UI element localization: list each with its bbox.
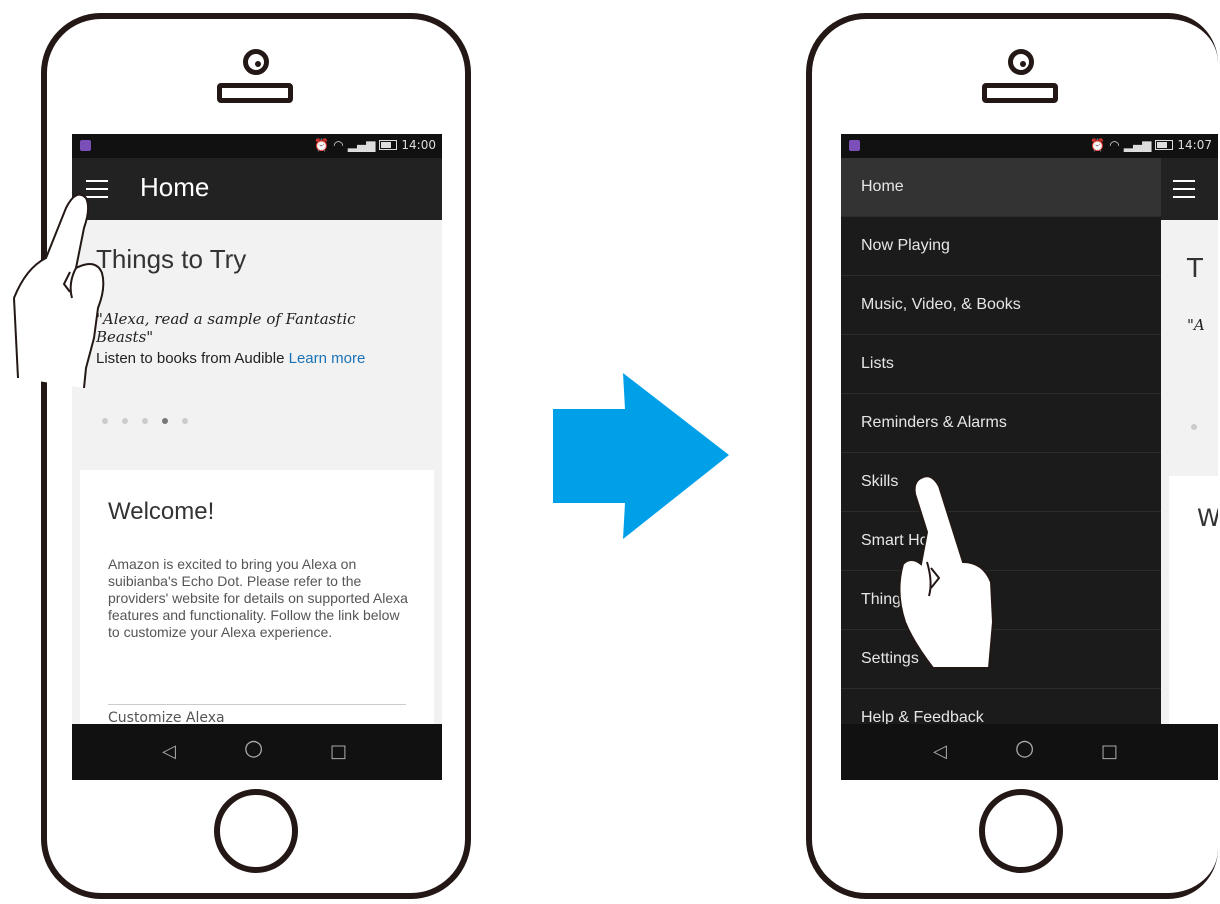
notification-app-icon xyxy=(849,140,860,151)
carousel-dot[interactable] xyxy=(1191,424,1197,430)
welcome-heading: Welcome! xyxy=(108,498,215,525)
recents-icon[interactable]: □ xyxy=(330,742,347,762)
customize-alexa-link[interactable]: Customize Alexa xyxy=(108,710,225,724)
home-content: Things to Try "Alexa, read a sample of F… xyxy=(72,220,442,724)
peek-app-bar xyxy=(1161,158,1218,220)
peek-title-letter: T xyxy=(1187,254,1203,284)
home-nav-icon[interactable]: ○ xyxy=(244,738,263,760)
speaker-grill xyxy=(217,83,293,103)
battery-icon xyxy=(379,140,398,150)
carousel-dot[interactable] xyxy=(142,418,148,424)
home-button[interactable] xyxy=(979,789,1063,873)
back-icon[interactable]: ◁ xyxy=(933,742,947,762)
listen-text: Listen to books from Audible Learn more xyxy=(96,350,416,368)
tap-hand-icon xyxy=(12,193,105,388)
menu-icon[interactable] xyxy=(1173,180,1195,198)
drawer-item-now-playing[interactable]: Now Playing xyxy=(841,217,1161,276)
peek-home-content: T "A W xyxy=(1161,158,1218,724)
wifi-icon: ◠ xyxy=(333,138,344,152)
peek-welcome-letter: W xyxy=(1197,504,1218,532)
sample-quote: "Alexa, read a sample of Fantastic Beast… xyxy=(96,310,356,346)
arrow-right-icon xyxy=(553,373,729,539)
welcome-card: Welcome! Amazon is excited to bring you … xyxy=(80,470,434,724)
signal-icon: ▂▄▆ xyxy=(1123,138,1152,152)
carousel-dot[interactable] xyxy=(182,418,188,424)
battery-icon xyxy=(1155,140,1174,150)
status-time: 14:00 xyxy=(401,138,436,152)
alarm-icon: ⏰ xyxy=(314,138,330,152)
status-bar: ⏰ ◠ ▂▄▆ 14:00 xyxy=(72,134,442,158)
peek-quote-letter: "A xyxy=(1187,316,1205,334)
status-time: 14:07 xyxy=(1177,138,1212,152)
welcome-body: Amazon is excited to bring you Alexa on … xyxy=(108,556,408,640)
right-phone-frame: ⏰ ◠ ▂▄▆ 14:07 Home Now Playing Music, Vi… xyxy=(806,13,1218,899)
status-bar: ⏰ ◠ ▂▄▆ 14:07 xyxy=(841,134,1218,158)
carousel-dot-active[interactable] xyxy=(162,418,168,424)
carousel-dot[interactable] xyxy=(102,418,108,424)
notification-app-icon xyxy=(80,140,91,151)
left-phone-screen: ⏰ ◠ ▂▄▆ 14:00 Home Things to Try "Alexa,… xyxy=(72,134,442,780)
carousel-dots[interactable] xyxy=(102,418,188,424)
learn-more-link[interactable]: Learn more xyxy=(289,350,366,367)
peek-welcome-card: W xyxy=(1169,476,1218,724)
camera-icon xyxy=(1008,49,1034,75)
wifi-icon: ◠ xyxy=(1109,138,1120,152)
arrow-shape xyxy=(553,373,729,539)
drawer-item-home[interactable]: Home xyxy=(841,158,1161,217)
divider xyxy=(108,704,406,705)
recents-icon[interactable]: □ xyxy=(1101,742,1118,762)
alarm-icon: ⏰ xyxy=(1090,138,1106,152)
drawer-item-reminders-alarms[interactable]: Reminders & Alarms xyxy=(841,394,1161,453)
right-phone-screen: ⏰ ◠ ▂▄▆ 14:07 Home Now Playing Music, Vi… xyxy=(841,134,1218,780)
home-nav-icon[interactable]: ○ xyxy=(1015,738,1034,760)
signal-icon: ▂▄▆ xyxy=(347,138,376,152)
drawer-item-lists[interactable]: Lists xyxy=(841,335,1161,394)
drawer-item-music-video-books[interactable]: Music, Video, & Books xyxy=(841,276,1161,335)
tap-hand-icon xyxy=(898,475,995,669)
carousel-dot[interactable] xyxy=(122,418,128,424)
home-button[interactable] xyxy=(214,789,298,873)
android-nav-bar: ◁ ○ □ xyxy=(841,724,1218,780)
app-bar: Home xyxy=(72,158,442,220)
back-icon[interactable]: ◁ xyxy=(162,742,176,762)
android-nav-bar: ◁ ○ □ xyxy=(72,724,442,780)
left-phone-frame: ⏰ ◠ ▂▄▆ 14:00 Home Things to Try "Alexa,… xyxy=(41,13,471,899)
speaker-grill xyxy=(982,83,1058,103)
camera-icon xyxy=(243,49,269,75)
page-title: Home xyxy=(140,172,210,202)
